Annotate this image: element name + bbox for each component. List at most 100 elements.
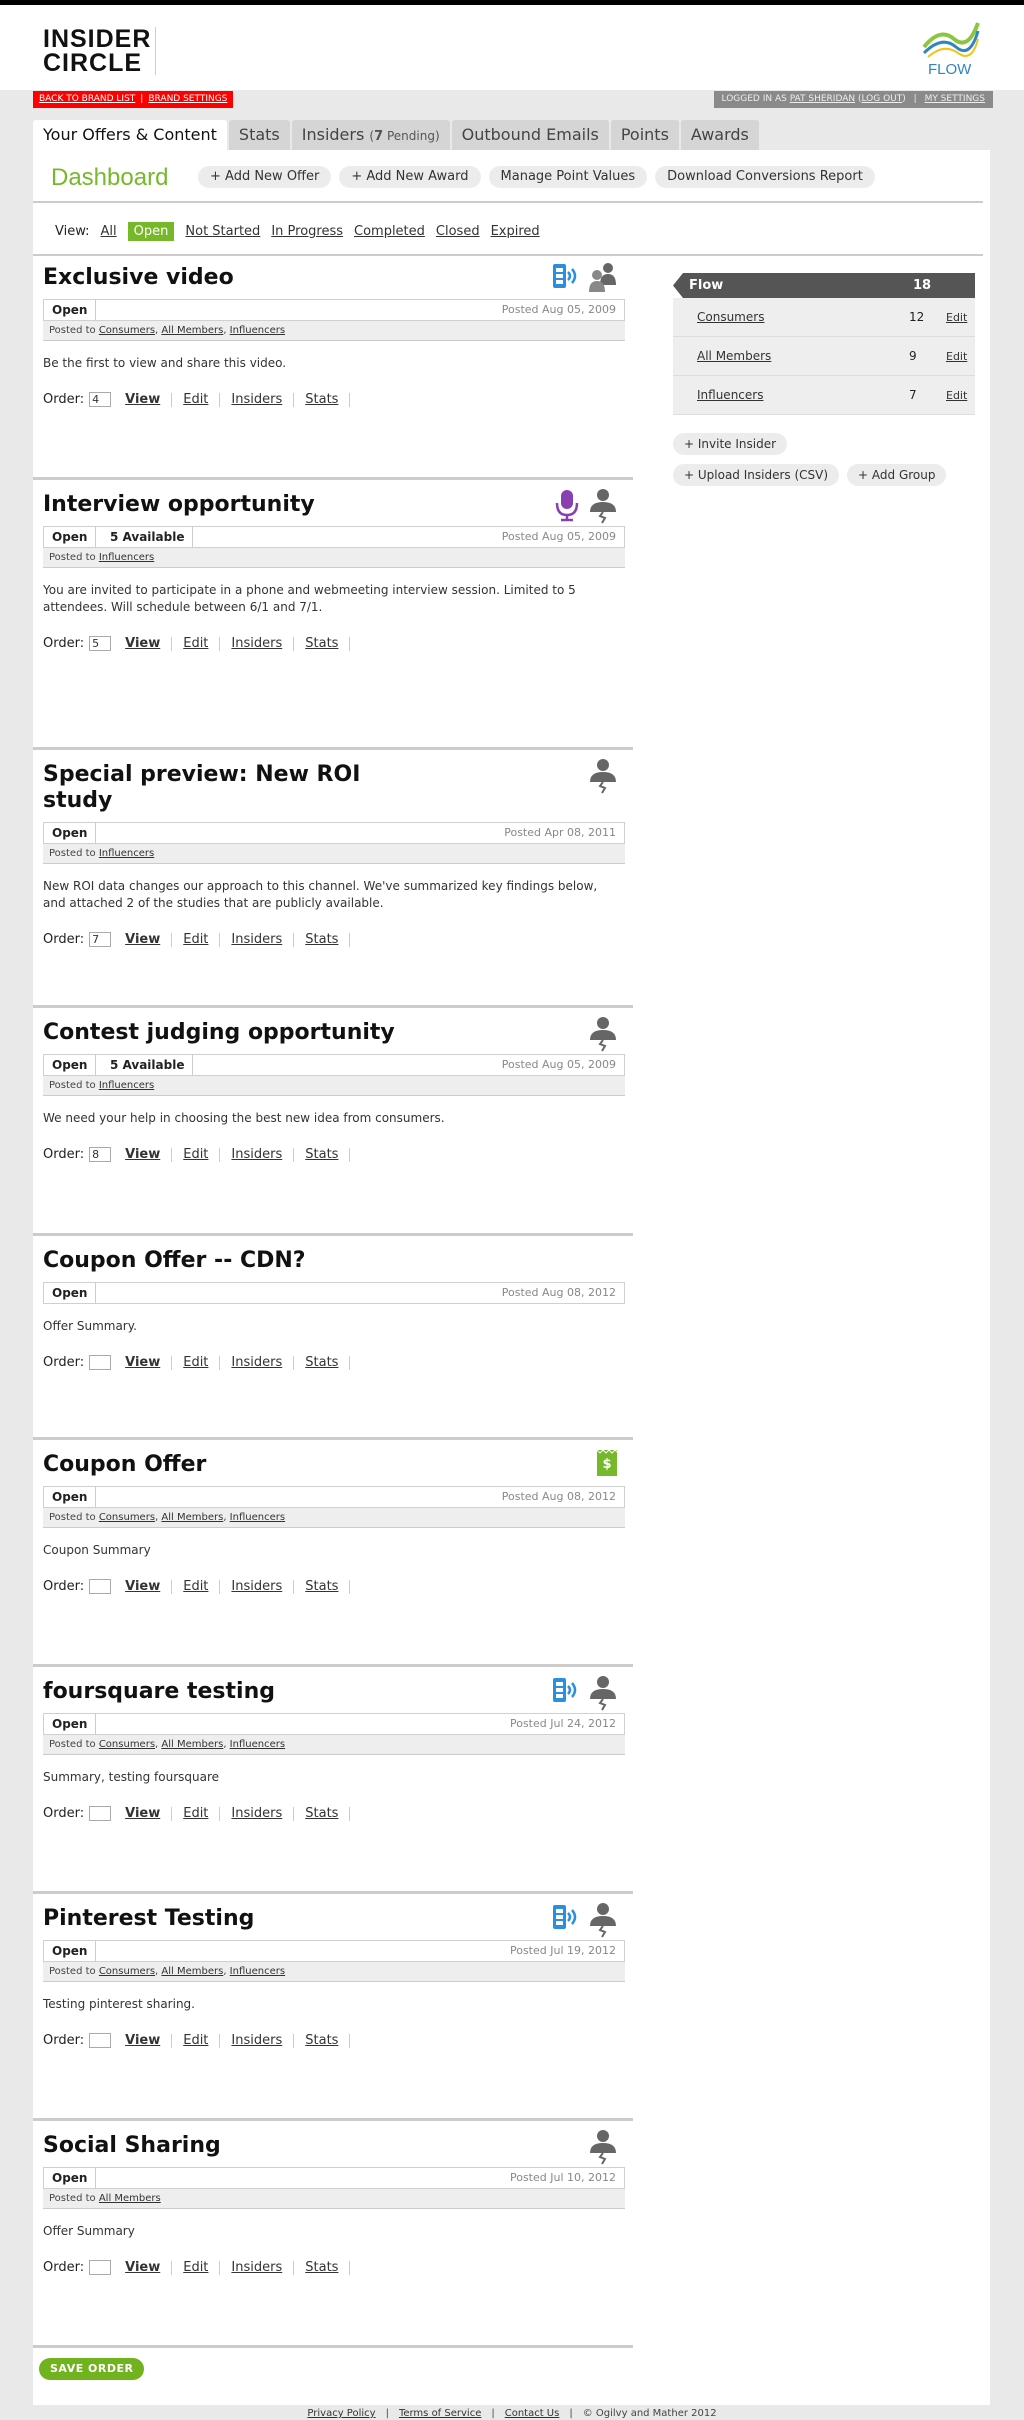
posted-to-group-link[interactable]: Influencers: [230, 1739, 285, 1750]
order-input[interactable]: [89, 1355, 112, 1370]
edit-group-influencers-link[interactable]: Edit: [946, 376, 967, 415]
offer-stats-link[interactable]: Stats: [294, 932, 351, 947]
terms-of-service-link[interactable]: Terms of Service: [399, 2408, 481, 2419]
offer-title[interactable]: Social Sharing: [43, 2133, 403, 2159]
edit-offer-link[interactable]: Edit: [172, 1355, 221, 1370]
manage-point-values-button[interactable]: Manage Point Values: [488, 166, 648, 188]
offer-insiders-link[interactable]: Insiders: [220, 1355, 295, 1370]
posted-to-group-link[interactable]: Consumers: [99, 1512, 155, 1523]
posted-to-group-link[interactable]: All Members: [161, 1739, 223, 1750]
back-to-brand-list-link[interactable]: BACK TO BRAND LIST: [39, 94, 135, 104]
my-settings-link[interactable]: MY SETTINGS: [925, 94, 985, 104]
tab-offers-content[interactable]: Your Offers & Content: [33, 120, 227, 150]
add-new-offer-button[interactable]: + Add New Offer: [198, 166, 332, 188]
contact-us-link[interactable]: Contact Us: [505, 2408, 560, 2419]
offer-stats-link[interactable]: Stats: [294, 636, 351, 651]
save-order-button[interactable]: SAVE ORDER: [39, 2358, 145, 2380]
tab-stats[interactable]: Stats: [228, 120, 290, 150]
edit-offer-link[interactable]: Edit: [172, 1147, 221, 1162]
view-offer-link[interactable]: View: [125, 2260, 173, 2275]
offer-insiders-link[interactable]: Insiders: [220, 1147, 295, 1162]
tab-insiders[interactable]: Insiders (7 Pending): [291, 120, 450, 150]
order-input[interactable]: [89, 2260, 112, 2275]
offer-title[interactable]: Coupon Offer -- CDN?: [43, 1248, 403, 1274]
posted-to-group-link[interactable]: All Members: [161, 1966, 223, 1977]
offer-stats-link[interactable]: Stats: [294, 2260, 351, 2275]
log-out-link[interactable]: LOG OUT: [861, 94, 902, 104]
offer-stats-link[interactable]: Stats: [294, 1147, 351, 1162]
privacy-policy-link[interactable]: Privacy Policy: [307, 2408, 375, 2419]
view-filter-open[interactable]: Open: [127, 222, 175, 241]
posted-to-group-link[interactable]: All Members: [161, 325, 223, 336]
view-offer-link[interactable]: View: [125, 1806, 173, 1821]
view-offer-link[interactable]: View: [125, 1579, 173, 1594]
order-input[interactable]: 8: [89, 1147, 112, 1162]
offer-stats-link[interactable]: Stats: [294, 1355, 351, 1370]
offer-stats-link[interactable]: Stats: [294, 1806, 351, 1821]
edit-offer-link[interactable]: Edit: [172, 1806, 221, 1821]
edit-offer-link[interactable]: Edit: [172, 636, 221, 651]
edit-offer-link[interactable]: Edit: [172, 932, 221, 947]
tab-outbound-emails[interactable]: Outbound Emails: [451, 120, 609, 150]
offer-insiders-link[interactable]: Insiders: [220, 1806, 295, 1821]
order-input[interactable]: 7: [89, 932, 112, 947]
view-filter-all[interactable]: All: [101, 224, 117, 239]
edit-offer-link[interactable]: Edit: [172, 392, 221, 407]
add-new-award-button[interactable]: + Add New Award: [339, 166, 481, 188]
offer-stats-link[interactable]: Stats: [294, 2033, 351, 2048]
order-input[interactable]: [89, 1579, 112, 1594]
edit-offer-link[interactable]: Edit: [172, 1579, 221, 1594]
view-offer-link[interactable]: View: [125, 392, 173, 407]
offer-title[interactable]: foursquare testing: [43, 1679, 403, 1705]
offer-stats-link[interactable]: Stats: [294, 1579, 351, 1594]
offer-title[interactable]: Special preview: New ROI study: [43, 762, 403, 814]
offer-insiders-link[interactable]: Insiders: [220, 2260, 295, 2275]
posted-to-group-link[interactable]: Consumers: [99, 325, 155, 336]
order-input[interactable]: [89, 1806, 112, 1821]
edit-offer-link[interactable]: Edit: [172, 2033, 221, 2048]
order-input[interactable]: 5: [89, 636, 112, 651]
tab-points[interactable]: Points: [610, 120, 679, 150]
posted-to-group-link[interactable]: Influencers: [99, 552, 154, 563]
insider-circle-logo[interactable]: INSIDER CIRCLE: [43, 27, 151, 76]
add-group-button[interactable]: + Add Group: [847, 464, 947, 486]
view-filter-not-started[interactable]: Not Started: [185, 224, 260, 239]
offer-title[interactable]: Contest judging opportunity: [43, 1020, 403, 1046]
tab-awards[interactable]: Awards: [680, 120, 759, 150]
user-name-link[interactable]: PAT SHERIDAN: [790, 94, 855, 104]
offer-insiders-link[interactable]: Insiders: [220, 636, 295, 651]
offer-title[interactable]: Pinterest Testing: [43, 1906, 403, 1932]
brand-settings-link[interactable]: BRAND SETTINGS: [148, 94, 227, 104]
upload-insiders-csv-button[interactable]: + Upload Insiders (CSV): [673, 464, 840, 486]
offer-insiders-link[interactable]: Insiders: [220, 392, 295, 407]
group-influencers-link[interactable]: Influencers: [697, 388, 763, 402]
invite-insider-button[interactable]: + Invite Insider: [673, 433, 788, 455]
edit-offer-link[interactable]: Edit: [172, 2260, 221, 2275]
order-input[interactable]: [89, 2033, 112, 2048]
offer-insiders-link[interactable]: Insiders: [220, 932, 295, 947]
posted-to-group-link[interactable]: Influencers: [99, 848, 154, 859]
view-filter-completed[interactable]: Completed: [354, 224, 425, 239]
offer-title[interactable]: Coupon Offer: [43, 1452, 403, 1478]
view-offer-link[interactable]: View: [125, 636, 173, 651]
edit-group-consumers-link[interactable]: Edit: [946, 298, 967, 337]
view-offer-link[interactable]: View: [125, 1355, 173, 1370]
view-offer-link[interactable]: View: [125, 932, 173, 947]
offer-stats-link[interactable]: Stats: [294, 392, 351, 407]
view-offer-link[interactable]: View: [125, 1147, 173, 1162]
posted-to-group-link[interactable]: All Members: [99, 2193, 161, 2204]
offer-title[interactable]: Interview opportunity: [43, 492, 403, 518]
offer-title[interactable]: Exclusive video: [43, 265, 403, 291]
view-filter-in-progress[interactable]: In Progress: [271, 224, 343, 239]
download-conversions-report-button[interactable]: Download Conversions Report: [655, 166, 875, 188]
order-input[interactable]: 4: [89, 392, 112, 407]
posted-to-group-link[interactable]: Influencers: [230, 325, 285, 336]
posted-to-group-link[interactable]: Consumers: [99, 1739, 155, 1750]
group-consumers-link[interactable]: Consumers: [697, 310, 764, 324]
offer-insiders-link[interactable]: Insiders: [220, 2033, 295, 2048]
edit-group-all-members-link[interactable]: Edit: [946, 337, 967, 376]
posted-to-group-link[interactable]: Influencers: [99, 1080, 154, 1091]
offer-insiders-link[interactable]: Insiders: [220, 1579, 295, 1594]
view-filter-closed[interactable]: Closed: [436, 224, 480, 239]
posted-to-group-link[interactable]: Influencers: [230, 1512, 285, 1523]
